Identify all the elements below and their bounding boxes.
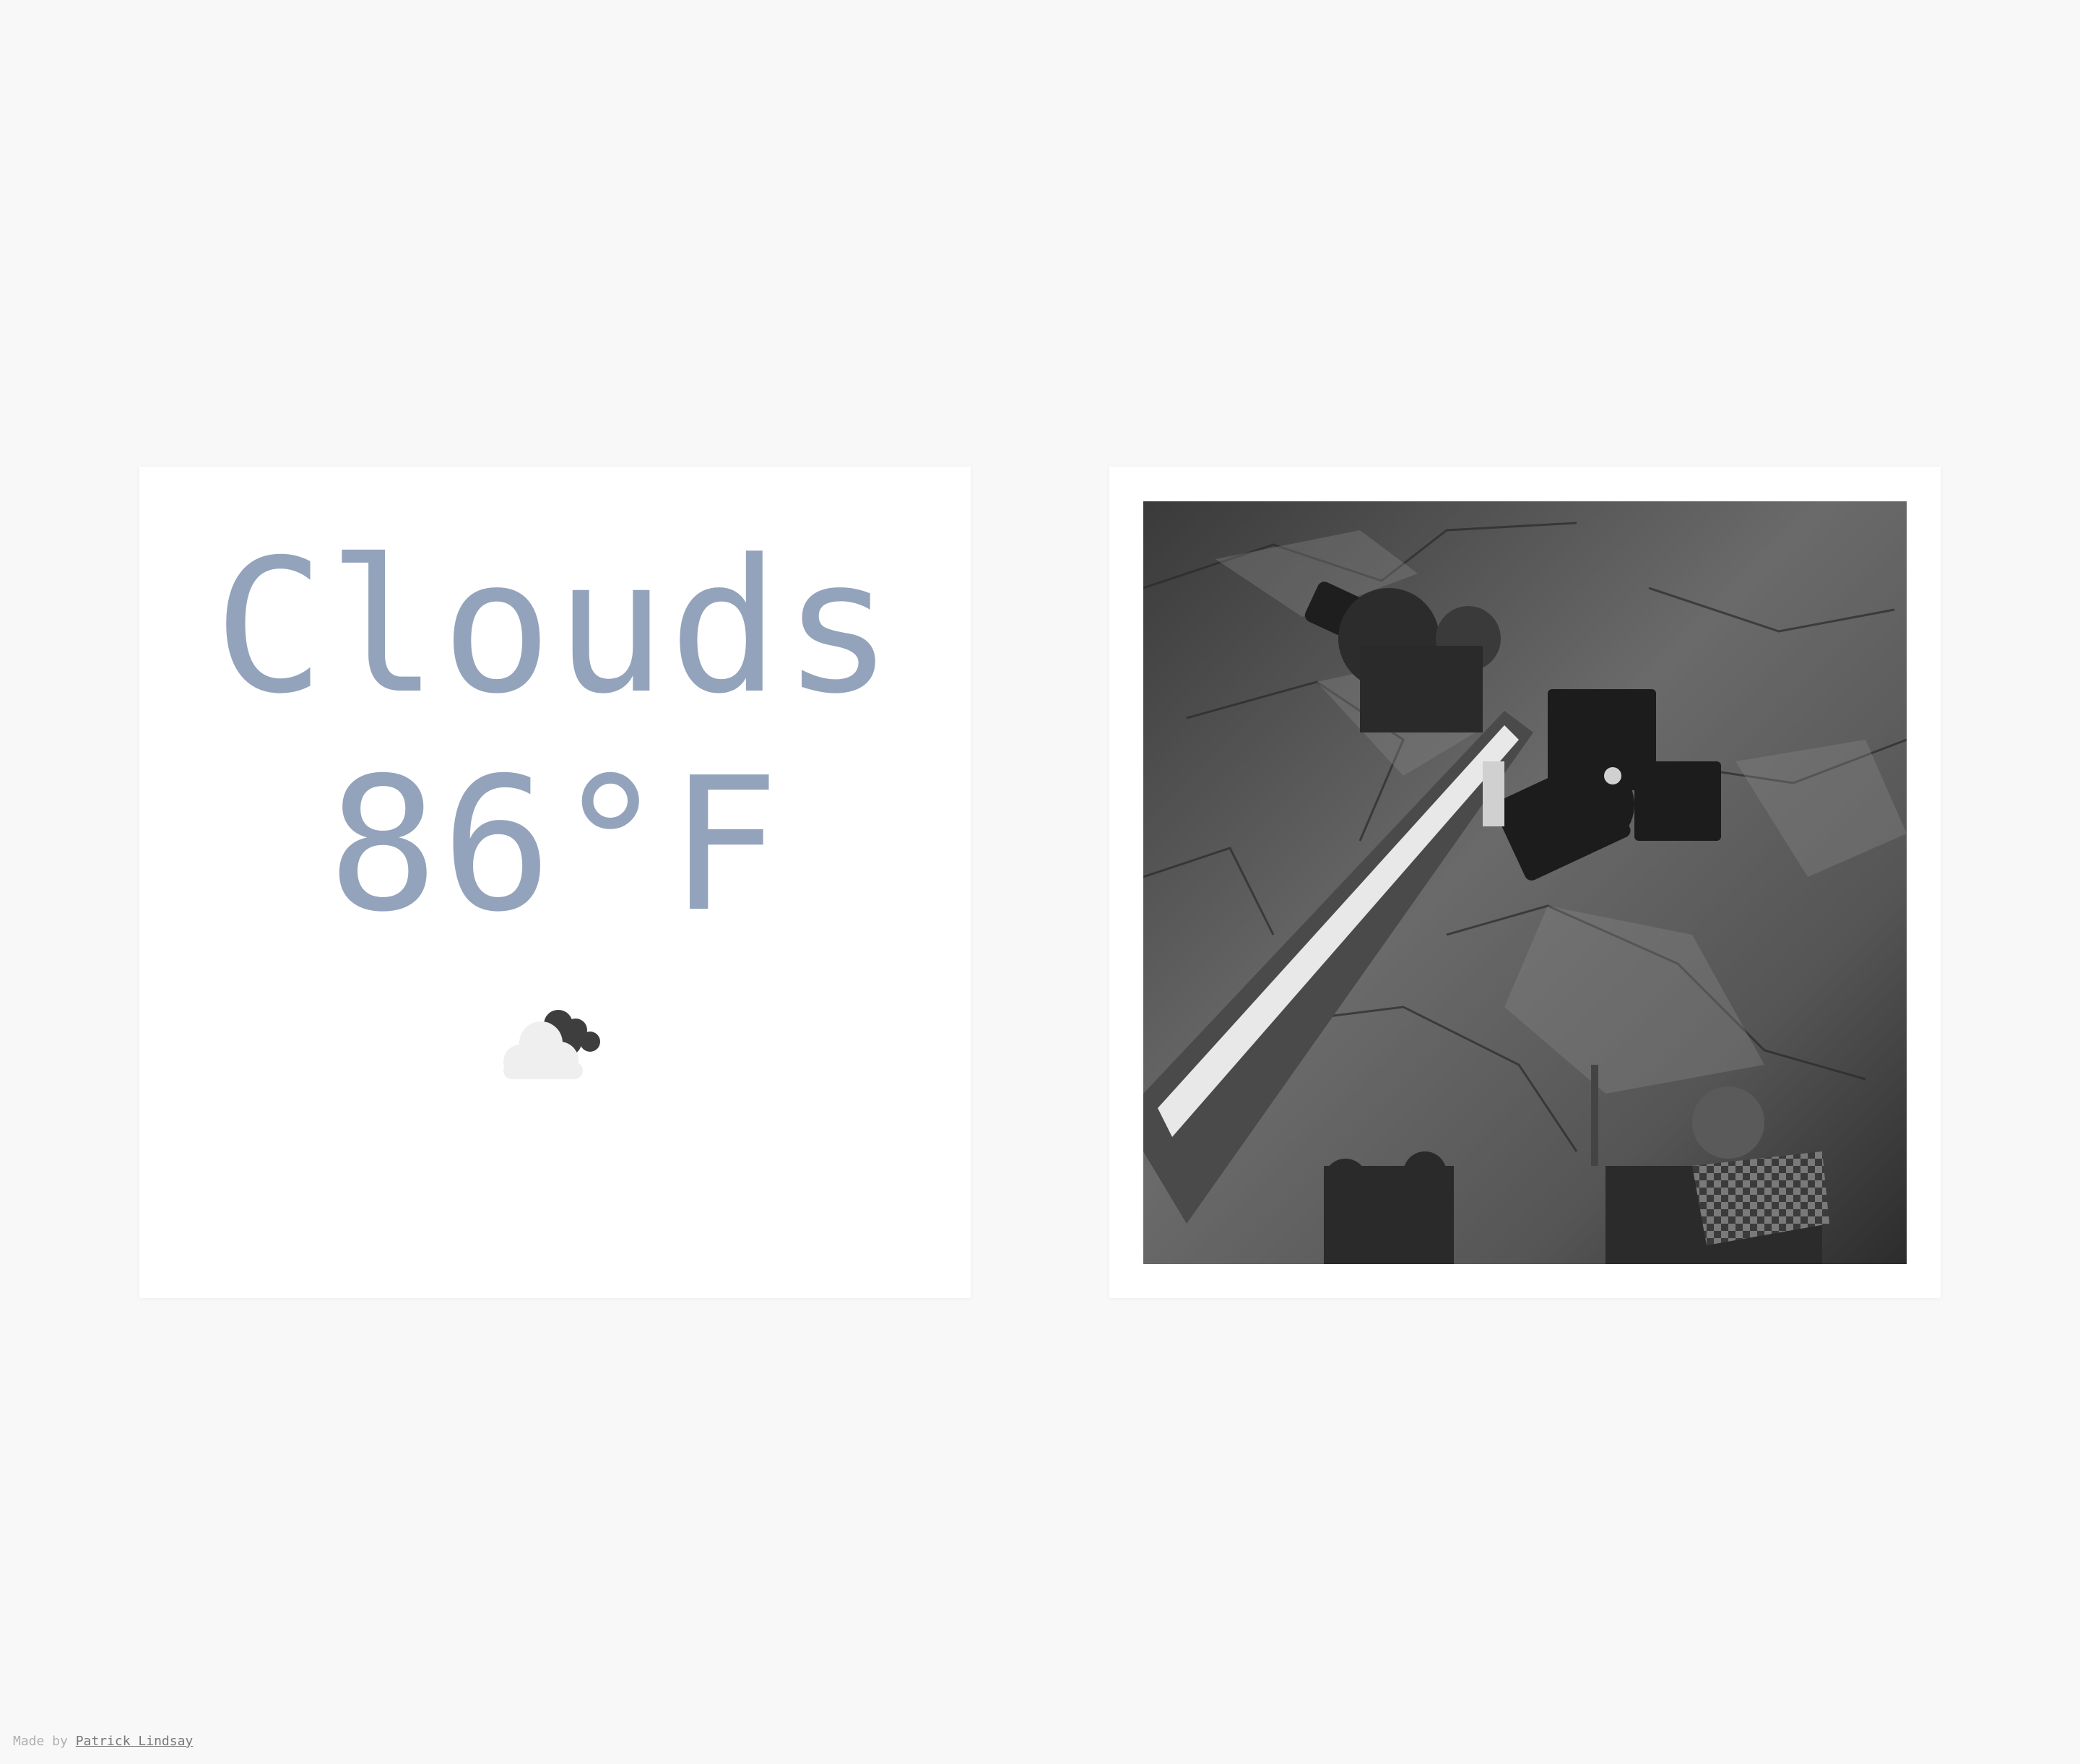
weather-temperature: 86°F xyxy=(327,738,783,953)
cloudy-icon xyxy=(503,1010,600,1079)
mars-rover-photo xyxy=(1143,501,1907,1264)
author-link[interactable]: Patrick Lindsay xyxy=(76,1734,194,1749)
page: Clouds 86°F Made by Patrick Lindsay xyxy=(0,0,2080,1764)
weather-condition: Clouds xyxy=(213,520,897,735)
weather-readout: Clouds 86°F xyxy=(139,519,971,955)
photo-card xyxy=(1109,467,1941,1298)
footer: Made by Patrick Lindsay xyxy=(13,1734,193,1749)
footer-prefix: Made by xyxy=(13,1734,68,1749)
weather-card: Clouds 86°F xyxy=(139,467,971,1298)
